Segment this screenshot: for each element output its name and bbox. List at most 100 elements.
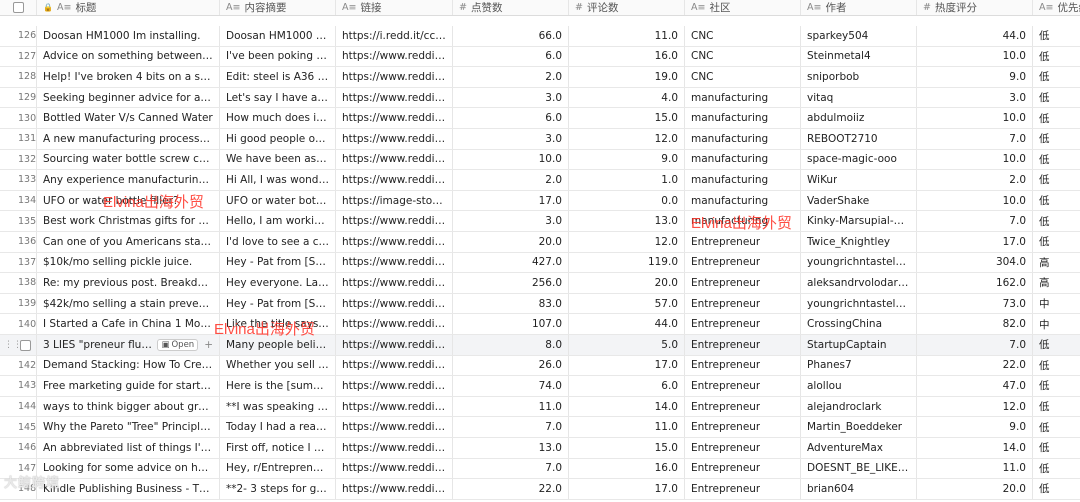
cell-title[interactable]: Seeking beginner advice for a product id… (37, 87, 220, 108)
cell-title[interactable]: An abbreviated list of things I'm learni… (37, 438, 220, 458)
table-row[interactable]: 129 Seeking beginner advice for a product… (0, 87, 1080, 109)
cell-comments[interactable]: 12.0 (569, 129, 685, 149)
cell-author[interactable]: Twice_Knightley (801, 232, 917, 252)
cell-summary[interactable]: We have been asked to ... (220, 149, 336, 170)
cell-summary[interactable]: Many people believe tha... (220, 335, 336, 355)
cell-summary[interactable]: I'd love to see a compa... (220, 232, 336, 252)
cell-title[interactable]: Kindle Publishing Business - The Comple.… (37, 479, 220, 499)
add-icon[interactable]: + (204, 339, 213, 351)
cell-link[interactable]: https://www.reddit.com... (336, 417, 453, 437)
select-all-checkbox-cell[interactable] (0, 0, 37, 15)
cell-priority[interactable]: 低 (1033, 356, 1080, 376)
cell-priority[interactable]: 低 (1033, 397, 1080, 417)
cell-link[interactable]: https://www.reddit.com... (336, 396, 453, 417)
cell-priority[interactable]: 低 (1033, 191, 1080, 211)
cell-community[interactable]: Entrepreneur (685, 314, 801, 334)
cell-score[interactable]: 2.0 (917, 170, 1033, 190)
cell-author[interactable]: aleksandrvolodarsky (801, 273, 917, 293)
cell-community[interactable]: Entrepreneur (685, 355, 801, 376)
cell-author[interactable]: Steinmetal4 (801, 46, 917, 67)
cell-score[interactable]: 11.0 (917, 458, 1033, 479)
cell-likes[interactable]: 6.0 (453, 46, 569, 67)
table-row[interactable]: 138 Re: my previous post. Breakdown of 5 … (0, 273, 1080, 294)
cell-priority[interactable]: 低 (1033, 376, 1080, 396)
cell-author[interactable]: REBOOT2710 (801, 129, 917, 149)
cell-comments[interactable]: 12.0 (569, 232, 685, 252)
cell-community[interactable]: Entrepreneur (685, 273, 801, 293)
cell-author[interactable]: youngrichntasteless (801, 252, 917, 273)
cell-link[interactable]: https://www.reddit.com... (336, 335, 453, 355)
cell-score[interactable]: 10.0 (917, 108, 1033, 128)
table-row[interactable]: 126 Doosan HM1000 Im installing. Doosan HM… (0, 26, 1080, 47)
cell-community[interactable]: Entrepreneur (685, 438, 801, 458)
select-all-checkbox[interactable] (12, 2, 24, 13)
cell-link[interactable]: https://www.reddit.com... (336, 293, 453, 314)
table-row[interactable]: 148 Kindle Publishing Business - The Comp… (0, 479, 1080, 500)
cell-title[interactable]: Advice on something between router an... (37, 46, 220, 67)
cell-comments[interactable]: 15.0 (569, 108, 685, 128)
cell-comments[interactable]: 57.0 (569, 293, 685, 314)
cell-title[interactable]: UFO or water bottle filler? (37, 190, 220, 211)
cell-community[interactable]: Entrepreneur (685, 335, 801, 355)
cell-title[interactable]: 3 LIES "preneur fluencers" l▣Open+ (37, 335, 220, 355)
cell-title[interactable]: Help! I've broken 4 bits on a single par… (37, 67, 220, 87)
cell-priority[interactable]: 低 (1033, 170, 1080, 190)
cell-score[interactable]: 10.0 (917, 46, 1033, 67)
cell-priority[interactable]: 低 (1033, 417, 1080, 437)
cell-likes[interactable]: 2.0 (453, 170, 569, 190)
cell-priority[interactable]: 中 (1033, 314, 1080, 334)
cell-comments[interactable]: 13.0 (569, 211, 685, 231)
cell-comments[interactable]: 16.0 (569, 46, 685, 67)
cell-summary[interactable]: Today I had a really imp... (220, 417, 336, 437)
cell-comments[interactable]: 11.0 (569, 26, 685, 46)
cell-score[interactable]: 304.0 (917, 252, 1033, 273)
cell-title[interactable]: Why the Pareto "Tree" Principle is respo… (37, 417, 220, 437)
cell-likes[interactable]: 20.0 (453, 232, 569, 252)
cell-comments[interactable]: 0.0 (569, 190, 685, 211)
cell-likes[interactable]: 2.0 (453, 67, 569, 87)
cell-summary[interactable]: Hey everyone. Last wee... (220, 273, 336, 293)
cell-priority[interactable]: 低 (1033, 129, 1080, 149)
column-header[interactable]: # 评论数 (569, 0, 685, 15)
cell-summary[interactable]: Hey, r/Entrepreneur! I h... (220, 458, 336, 479)
cell-priority[interactable]: 高 (1033, 273, 1080, 293)
cell-summary[interactable]: I've been poking around... (220, 46, 336, 67)
cell-comments[interactable]: 14.0 (569, 396, 685, 417)
cell-summary[interactable]: Hey - Pat from [StarterS... (220, 293, 336, 314)
cell-score[interactable]: 20.0 (917, 479, 1033, 499)
cell-link[interactable]: https://www.reddit.com... (336, 87, 453, 108)
cell-link[interactable]: https://www.reddit.com... (336, 479, 453, 499)
cell-likes[interactable]: 6.0 (453, 108, 569, 128)
cell-summary[interactable]: UFO or water bottle filler? (220, 190, 336, 211)
row-checkbox[interactable] (20, 340, 31, 351)
column-header[interactable]: A≡ 链接 (336, 0, 453, 15)
cell-comments[interactable]: 17.0 (569, 355, 685, 376)
cell-link[interactable]: https://i.redd.it/cc7ot5b... (336, 26, 453, 46)
table-row[interactable]: 145 Why the Pareto "Tree" Principle is re… (0, 417, 1080, 438)
cell-summary[interactable]: Edit: steel is A36 Hot Ro... (220, 67, 336, 87)
cell-title[interactable]: Demand Stacking: How To Create Your ... (37, 355, 220, 376)
cell-priority[interactable]: 低 (1033, 88, 1080, 108)
table-row[interactable]: 135 Best work Christmas gifts for machini… (0, 211, 1080, 232)
cell-link[interactable]: https://www.reddit.com... (336, 458, 453, 479)
cell-comments[interactable]: 44.0 (569, 314, 685, 334)
cell-score[interactable]: 12.0 (917, 396, 1033, 417)
cell-summary[interactable]: Hi All, I was wondering i... (220, 170, 336, 190)
column-header[interactable]: # 热度评分 (917, 0, 1033, 15)
cell-community[interactable]: Entrepreneur (685, 376, 801, 396)
cell-title[interactable]: Any experience manufacturing double w... (37, 170, 220, 190)
cell-author[interactable]: vitaq (801, 87, 917, 108)
cell-priority[interactable]: 低 (1033, 459, 1080, 479)
cell-author[interactable]: Martin_Boeddeker (801, 417, 917, 437)
table-row[interactable]: 147 Looking for some advice on how to ele… (0, 458, 1080, 480)
column-header[interactable]: A≡ 内容摘要 (220, 0, 336, 15)
table-row[interactable]: 131 A new manufacturing process for bottl… (0, 129, 1080, 150)
cell-score[interactable]: 7.0 (917, 335, 1033, 355)
table-row[interactable]: 128 Help! I've broken 4 bits on a single … (0, 67, 1080, 88)
cell-likes[interactable]: 13.0 (453, 438, 569, 458)
cell-summary[interactable]: Hello, I am working wit... (220, 211, 336, 231)
cell-author[interactable]: abdulmoiiz (801, 108, 917, 128)
table-row[interactable]: 140 I Started a Cafe in China 1 Month Bef… (0, 314, 1080, 335)
cell-author[interactable]: alollou (801, 376, 917, 396)
cell-link[interactable]: https://www.reddit.com... (336, 67, 453, 87)
